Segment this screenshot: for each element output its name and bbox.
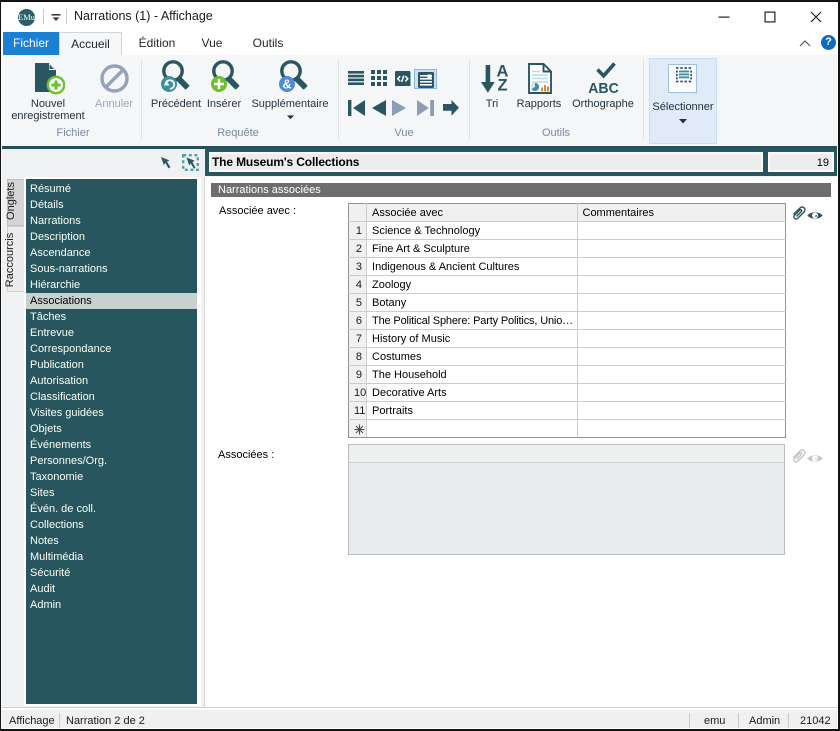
svg-text:ABC: ABC (588, 80, 619, 94)
svg-text:&: & (282, 78, 291, 92)
svg-text:Z: Z (497, 77, 507, 94)
